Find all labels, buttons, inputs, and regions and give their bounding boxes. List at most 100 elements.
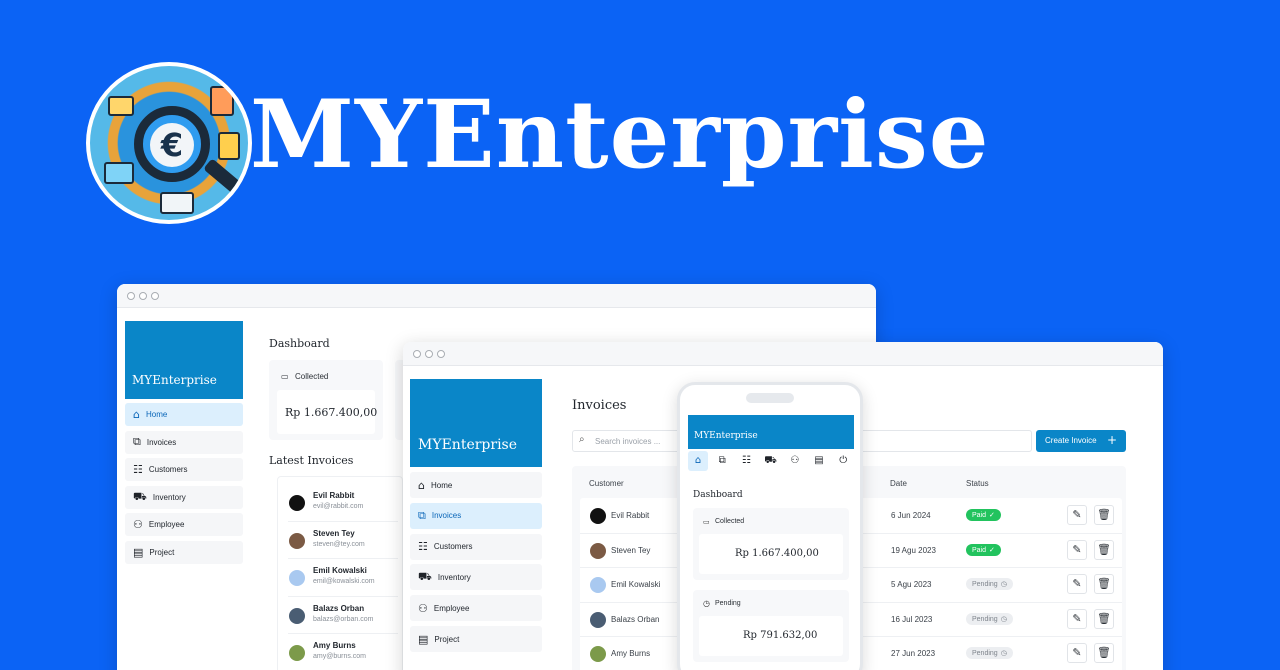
users-icon[interactable]: ⚇: [785, 451, 805, 471]
invoices-icon[interactable]: ⧉: [712, 451, 732, 471]
sidebar-item-customers[interactable]: ☷ Customers: [125, 458, 243, 481]
sidebar-item-inventory[interactable]: ⛟ Inventory: [410, 564, 542, 591]
customer-name: Emil Kowalski: [611, 580, 661, 589]
avatar: [289, 495, 305, 511]
sidebar-item-label: Customers: [148, 465, 188, 474]
invoices-icon: ⧉: [418, 508, 426, 522]
customer-name: Emil Kowalski: [313, 566, 367, 575]
sidebar-item-home[interactable]: ⌂ Home: [125, 403, 243, 426]
truck-icon[interactable]: ⛟: [761, 451, 781, 471]
customers-icon: ☷: [418, 540, 428, 554]
clock-icon: ◷: [703, 599, 710, 608]
sidebar-item-customers[interactable]: ☷ Customers: [410, 533, 542, 560]
hero-title: MYEnterprise: [250, 80, 990, 190]
customer-email: steven@tey.com: [313, 540, 365, 548]
list-item[interactable]: Evil Rabbit evil@rabbit.com: [278, 485, 398, 521]
customer-name: Amy Burns: [611, 649, 651, 658]
edit-button[interactable]: ✎: [1067, 505, 1087, 525]
customers-icon[interactable]: ☷: [736, 451, 756, 471]
avatar: [590, 542, 606, 559]
clock-icon: ◷: [1000, 614, 1007, 623]
list-item[interactable]: Balazs Orban balazs@orban.com: [278, 595, 398, 634]
edit-button[interactable]: ✎: [1067, 539, 1087, 560]
phone-pending-amount: Rp 791.632,00: [743, 630, 818, 641]
sidebar-item-label: Invoices: [431, 511, 462, 521]
brand-logo: €: [86, 62, 252, 224]
sidebar-item-label: Home: [145, 410, 168, 419]
phone-preview: MYEnterprise ⌂ ⧉ ☷ ⛟ ⚇ ▤ ⏻ Dashboard ▭ Collect…: [677, 382, 863, 670]
delete-button[interactable]: 🗑: [1094, 505, 1114, 525]
customer-name: Steven Tey: [313, 528, 355, 538]
sidebar-item-inventory[interactable]: ⛟ Inventory: [125, 485, 243, 509]
sidebar-item-employee[interactable]: ⚇ Employee: [125, 513, 243, 536]
status-label: Pending: [972, 650, 998, 657]
customer-name: Balazs Orban: [313, 603, 365, 613]
euro-icon: €: [150, 123, 194, 167]
delete-button[interactable]: 🗑: [1094, 643, 1114, 663]
sidebar-item-label: Project: [434, 634, 460, 644]
invoice-date: 16 Jul 2023: [891, 614, 933, 624]
delete-button[interactable]: 🗑: [1094, 608, 1114, 629]
search-icon: ⌕: [579, 434, 585, 445]
check-icon: ✓: [989, 511, 995, 519]
power-icon[interactable]: ⏻: [833, 451, 853, 471]
collected-icon: ▭: [703, 518, 710, 526]
status-badge: Pending ◷: [966, 612, 1013, 625]
sidebar-item-label: Invoices: [146, 437, 177, 447]
list-item[interactable]: Emil Kowalski emil@kowalski.com: [278, 558, 398, 596]
phone-page-title: Dashboard: [693, 490, 743, 500]
invoices-icon: ⧉: [133, 435, 141, 448]
delete-button[interactable]: 🗑: [1094, 539, 1114, 560]
window-titlebar: [403, 342, 1163, 366]
avatar: [289, 532, 305, 549]
table-icon: ▤: [133, 545, 144, 559]
status-badge: Paid ✓: [966, 543, 1001, 556]
customer-name: Evil Rabbit: [313, 491, 355, 500]
delete-button[interactable]: 🗑: [1094, 574, 1114, 594]
sidebar-brand[interactable]: MYEnterprise: [125, 321, 243, 399]
edit-button[interactable]: ✎: [1067, 574, 1087, 594]
col-customer: Customer: [589, 479, 624, 488]
customer-name: Amy Burns: [313, 641, 356, 650]
avatar: [289, 645, 305, 661]
sidebar-item-label: Inventory: [437, 572, 471, 582]
home-icon[interactable]: ⌂: [688, 451, 708, 471]
status-badge: Pending ◷: [966, 647, 1013, 659]
table-icon[interactable]: ▤: [809, 451, 829, 471]
truck-icon: ⛟: [133, 489, 147, 503]
list-item[interactable]: Amy Burns amy@burns.com: [278, 633, 398, 670]
avatar: [590, 611, 606, 628]
edit-button[interactable]: ✎: [1067, 608, 1087, 629]
sidebar-item-project[interactable]: ▤ Project: [410, 626, 542, 652]
sidebar-item-label: Project: [149, 547, 175, 557]
avatar: [590, 646, 606, 662]
customer-name: Evil Rabbit: [611, 511, 650, 520]
status-label: Pending: [972, 615, 998, 623]
collected-amount: Rp 1.667.400,00: [285, 406, 378, 419]
sidebar-item-invoices[interactable]: ⧉ Invoices: [410, 502, 542, 529]
list-item[interactable]: Steven Tey steven@tey.com: [278, 520, 398, 559]
latest-invoices-title: Latest Invoices: [269, 454, 354, 467]
sidebar-item-project[interactable]: ▤ Project: [125, 540, 243, 564]
edit-button[interactable]: ✎: [1067, 643, 1087, 663]
sidebar-brand[interactable]: MYEnterprise: [410, 379, 542, 467]
sidebar-item-label: Employee: [433, 603, 470, 613]
page-title: Dashboard: [269, 337, 330, 350]
invoice-date: 5 Agu 2023: [891, 580, 932, 589]
clock-icon: ◷: [1000, 649, 1007, 657]
col-date: Date: [890, 479, 907, 488]
sidebar-item-label: Inventory: [152, 492, 186, 502]
collected-icon: ▭: [281, 372, 289, 381]
customer-email: evil@rabbit.com: [313, 503, 364, 510]
phone-brand[interactable]: MYEnterprise: [688, 415, 854, 449]
sidebar-item-invoices[interactable]: ⧉ Invoices: [125, 430, 243, 454]
status-label: Paid: [972, 512, 987, 519]
sidebar-item-home[interactable]: ⌂ Home: [410, 472, 542, 498]
create-invoice-button[interactable]: Create Invoice +: [1036, 430, 1126, 452]
users-icon: ⚇: [133, 518, 143, 531]
col-status: Status: [966, 479, 989, 488]
check-icon: ✓: [989, 545, 995, 554]
sidebar-item-employee[interactable]: ⚇ Employee: [410, 595, 542, 622]
avatar: [289, 570, 305, 586]
customer-email: amy@burns.com: [313, 653, 367, 660]
